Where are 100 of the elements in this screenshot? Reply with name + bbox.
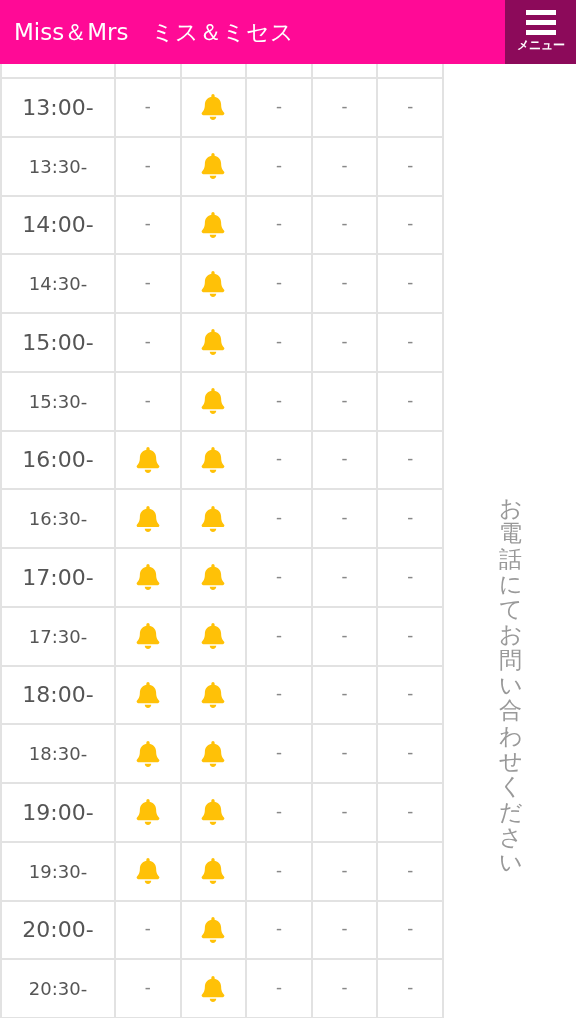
unavailable-mark: -	[276, 742, 282, 766]
bell-icon	[200, 505, 227, 532]
unavailable-mark: -	[407, 859, 414, 883]
unavailable-mark: -	[276, 213, 282, 237]
unavailable-mark: -	[276, 272, 282, 296]
time-label: 18:00-	[22, 682, 94, 708]
bell-icon	[200, 211, 227, 238]
unavailable-mark: -	[276, 507, 282, 531]
unavailable-mark: -	[276, 624, 282, 648]
bell-icon	[134, 799, 161, 826]
unavailable-mark: -	[407, 448, 414, 472]
time-label: 13:00-	[22, 94, 94, 120]
unavailable-mark: -	[341, 389, 348, 413]
unavailable-mark: -	[407, 624, 414, 648]
bell-icon	[200, 916, 227, 943]
bell-icon	[200, 153, 227, 180]
unavailable-mark: -	[144, 154, 151, 178]
unavailable-mark: -	[407, 977, 414, 1001]
unavailable-mark: -	[276, 918, 282, 942]
unavailable-mark: -	[407, 742, 414, 766]
unavailable-mark: -	[144, 330, 151, 354]
bell-icon	[134, 681, 161, 708]
unavailable-mark: -	[144, 977, 151, 1001]
time-label: 14:30-	[28, 273, 88, 295]
site-title: Miss＆Mrs ミス＆ミセス	[13, 17, 296, 47]
time-label: 16:00-	[22, 447, 94, 473]
bell-icon	[200, 799, 227, 826]
menu-icon	[525, 10, 556, 36]
unavailable-mark: -	[341, 800, 348, 824]
unavailable-mark: -	[276, 565, 282, 589]
unavailable-mark: -	[144, 95, 151, 119]
time-label: 20:00-	[22, 917, 94, 943]
unavailable-mark: -	[144, 213, 151, 237]
unavailable-mark: -	[341, 859, 348, 883]
time-label: 17:30-	[28, 625, 88, 647]
time-label: 20:30-	[28, 978, 88, 1000]
unavailable-mark: -	[341, 742, 348, 766]
unavailable-mark: -	[407, 213, 414, 237]
time-label: 16:30-	[28, 508, 88, 530]
bell-icon	[134, 505, 161, 532]
time-label: 14:00-	[22, 212, 94, 238]
time-label: 19:00-	[22, 799, 94, 825]
unavailable-mark: -	[276, 977, 282, 1001]
bell-icon	[200, 329, 227, 356]
unavailable-mark: -	[341, 330, 348, 354]
unavailable-mark: -	[276, 154, 282, 178]
unavailable-mark: -	[276, 800, 282, 824]
unavailable-mark: -	[144, 272, 151, 296]
unavailable-mark: -	[407, 683, 414, 707]
unavailable-mark: -	[341, 95, 348, 119]
menu-button[interactable]: メニュー	[505, 0, 576, 64]
unavailable-mark: -	[341, 565, 348, 589]
bell-icon	[200, 270, 227, 297]
unavailable-mark: -	[407, 330, 414, 354]
bell-icon	[200, 623, 227, 650]
unavailable-mark: -	[276, 683, 282, 707]
bell-icon	[134, 740, 161, 767]
unavailable-mark: -	[407, 507, 414, 531]
unavailable-mark: -	[407, 389, 414, 413]
unavailable-mark: -	[341, 154, 348, 178]
unavailable-mark: -	[276, 448, 282, 472]
unavailable-mark: -	[276, 330, 282, 354]
unavailable-mark: -	[407, 154, 414, 178]
unavailable-mark: -	[341, 624, 348, 648]
unavailable-mark: -	[341, 448, 348, 472]
time-label: 17:00-	[22, 564, 94, 590]
unavailable-mark: -	[276, 95, 282, 119]
time-label: 13:30-	[28, 155, 88, 177]
bell-icon	[200, 681, 227, 708]
time-label: 18:30-	[28, 743, 88, 765]
unavailable-mark: -	[276, 389, 282, 413]
unavailable-mark: -	[341, 272, 348, 296]
bell-icon	[200, 858, 227, 885]
unavailable-mark: -	[144, 389, 151, 413]
bell-icon	[134, 446, 161, 473]
phone-inquiry-note: お電話にてお問い合わせください	[498, 496, 522, 878]
unavailable-mark: -	[276, 859, 282, 883]
bell-icon	[134, 623, 161, 650]
unavailable-mark: -	[407, 800, 414, 824]
time-label: 19:30-	[28, 860, 88, 882]
unavailable-mark: -	[144, 918, 151, 942]
time-label: 15:30-	[28, 390, 88, 412]
unavailable-mark: -	[341, 213, 348, 237]
bell-icon	[200, 564, 227, 591]
bell-icon	[134, 564, 161, 591]
unavailable-mark: -	[341, 507, 348, 531]
bell-icon	[200, 446, 227, 473]
time-label: 15:00-	[22, 329, 94, 355]
bell-icon	[200, 388, 227, 415]
bell-icon	[200, 94, 227, 121]
unavailable-mark: -	[407, 272, 414, 296]
unavailable-mark: -	[407, 95, 414, 119]
bell-icon	[134, 858, 161, 885]
unavailable-mark: -	[341, 918, 348, 942]
bell-icon	[200, 975, 227, 1002]
unavailable-mark: -	[341, 683, 348, 707]
unavailable-mark: -	[341, 977, 348, 1001]
bell-icon	[200, 740, 227, 767]
unavailable-mark: -	[407, 918, 414, 942]
unavailable-mark: -	[407, 565, 414, 589]
